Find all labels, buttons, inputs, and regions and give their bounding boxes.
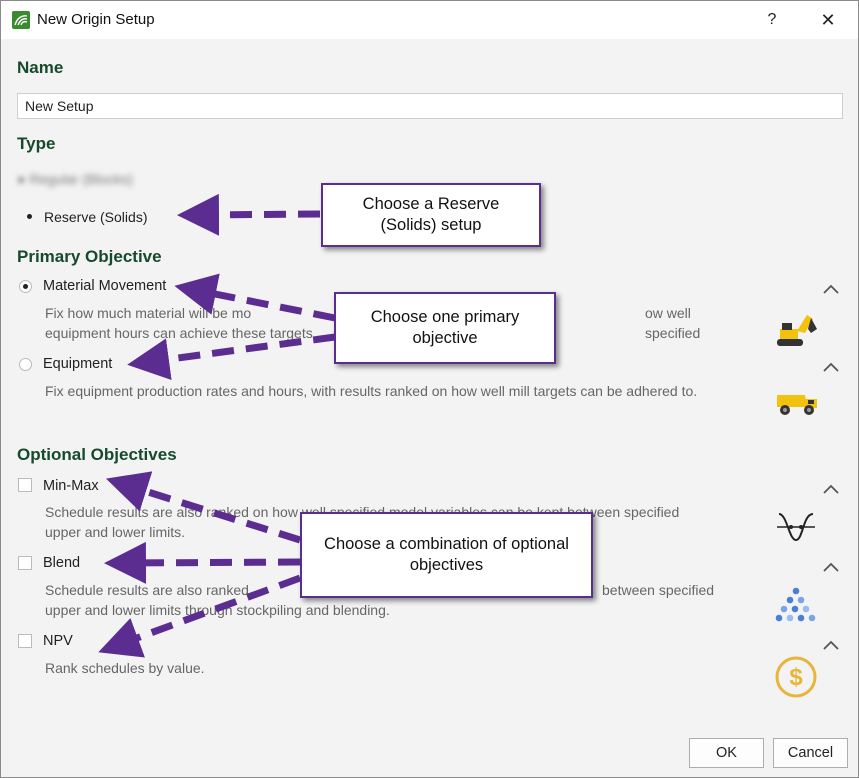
arrow-to-reserve: [177, 193, 321, 236]
callout-primary: Choose one primary objective: [334, 292, 556, 364]
callout-reserve: Choose a Reserve (Solids) setup: [321, 183, 541, 247]
arrow-to-npv: [98, 574, 302, 658]
arrow-to-material-movement: [174, 273, 336, 322]
callout-optional: Choose a combination of optional objecti…: [300, 512, 593, 598]
arrow-to-equipment: [127, 333, 336, 381]
arrow-to-blend: [104, 541, 301, 584]
annotation-arrows: [98, 193, 336, 658]
arrow-to-min-max: [105, 471, 302, 544]
